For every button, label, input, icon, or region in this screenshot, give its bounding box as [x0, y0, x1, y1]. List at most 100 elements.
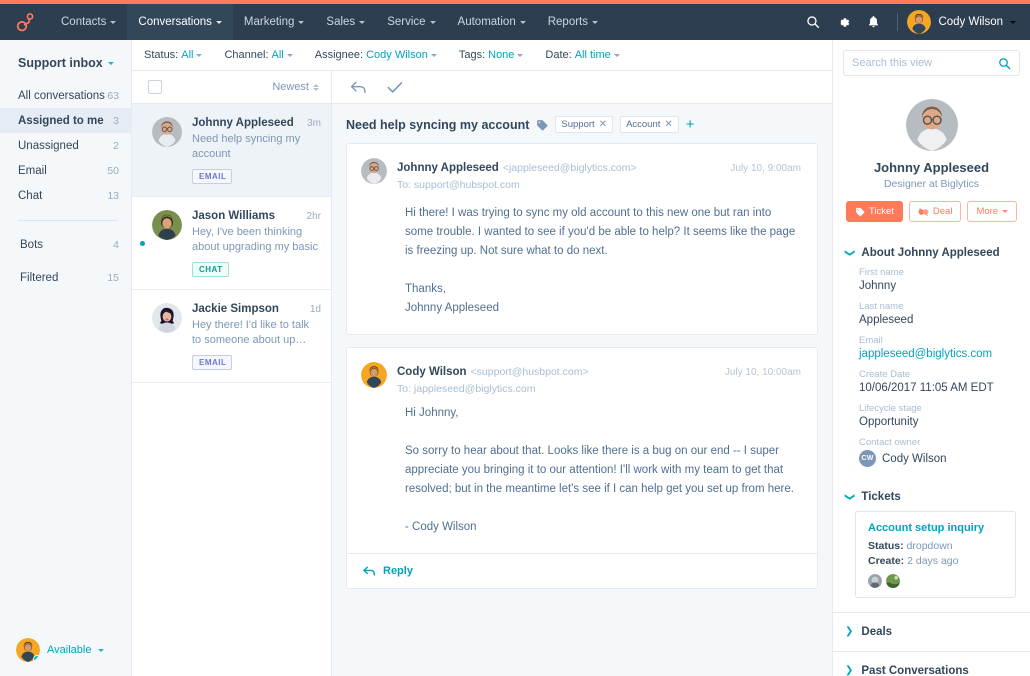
reply-button[interactable]: Reply [347, 553, 817, 588]
chevron-down-icon [1010, 21, 1016, 24]
property-value[interactable]: Johnny [859, 280, 1018, 292]
close-icon[interactable]: ✕ [599, 119, 607, 130]
message-card: Johnny Appleseed<jappleseed@biglytics.co… [346, 143, 818, 335]
property-email: Email jappleseed@biglytics.com [859, 335, 1018, 360]
chevron-down-icon [614, 54, 620, 57]
message-inner: Johnny Appleseed<jappleseed@biglytics.co… [347, 144, 817, 334]
tag-account[interactable]: Account ✕ [620, 116, 679, 133]
gear-icon[interactable] [828, 4, 858, 40]
search-icon[interactable] [998, 57, 1011, 70]
chevron-down-icon [517, 54, 523, 57]
ticket-title[interactable]: Account setup inquiry [868, 522, 1005, 534]
button-label: Deal [933, 206, 953, 217]
tickets-section-header[interactable]: ❯ Tickets [845, 491, 1018, 509]
inbox-view-list: All conversations 63 Assigned to me 3 Un… [0, 83, 131, 290]
nav-item-marketing[interactable]: Marketing [233, 4, 316, 40]
owner-value[interactable]: CW Cody Wilson [859, 450, 1018, 467]
sidebar-item-count: 2 [113, 140, 119, 152]
button-label: Ticket [869, 206, 894, 217]
section-title: Deals [861, 626, 892, 638]
sidebar-item-bots[interactable]: Bots 4 [0, 232, 131, 257]
sidebar-item-filtered[interactable]: Filtered 15 [0, 265, 131, 290]
sidebar-item-count: 15 [107, 272, 119, 284]
thread-subject-row: Need help syncing my account Support ✕ [332, 104, 832, 143]
filter-value: None [488, 49, 514, 61]
property-value[interactable]: Appleseed [859, 314, 1018, 326]
sidebar-item-label: Chat [18, 190, 42, 202]
filter-value: All [272, 49, 284, 61]
chevron-down-icon [431, 54, 437, 57]
message-sender-line: Johnny Appleseed<jappleseed@biglytics.co… [397, 158, 801, 176]
tag-icon [536, 119, 548, 131]
add-tag-icon[interactable]: + [686, 117, 695, 132]
list-item[interactable]: Johnny Appleseed 3m Need help syncing my… [132, 104, 331, 197]
search-icon[interactable] [798, 4, 828, 40]
property-value[interactable]: 10/06/2017 11:05 AM EDT [859, 382, 1018, 394]
select-all-checkbox[interactable] [148, 80, 162, 94]
nav-item-service[interactable]: Service [376, 4, 446, 40]
list-item-preview: Hey, I've been thinking about upgrading … [192, 225, 321, 255]
bell-icon[interactable] [858, 4, 888, 40]
nav-item-sales[interactable]: Sales [315, 4, 376, 40]
filter-label: Tags: [459, 49, 485, 61]
list-item[interactable]: Jason Williams 2hr Hey, I've been thinki… [132, 197, 331, 290]
nav-item-conversations[interactable]: Conversations [127, 4, 233, 40]
chevron-down-icon [216, 21, 222, 24]
tag-support[interactable]: Support ✕ [555, 116, 613, 133]
sidebar-item-count: 63 [107, 90, 119, 102]
property-value[interactable]: Opportunity [859, 416, 1018, 428]
sidebar-item-all-conversations[interactable]: All conversations 63 [0, 83, 131, 108]
nav-item-reports[interactable]: Reports [537, 4, 609, 40]
create-deal-button[interactable]: Deal [909, 201, 962, 222]
deal-icon [918, 207, 929, 217]
list-item-body: Jackie Simpson 1d Hey there! I'd like to… [192, 303, 321, 370]
more-actions-button[interactable]: More [967, 201, 1017, 222]
sidebar-item-assigned-to-me[interactable]: Assigned to me 3 [0, 108, 131, 133]
avatar [868, 574, 882, 588]
reply-arrow-icon[interactable] [350, 81, 367, 94]
ticket-card[interactable]: Account setup inquiry Status: dropdown C… [855, 511, 1016, 598]
user-menu[interactable]: Cody Wilson [907, 10, 1018, 34]
message-card: Cody Wilson<support@husbpot.com> July 10… [346, 347, 818, 589]
ticket-create-label: Create: [868, 555, 904, 567]
filter-assignee[interactable]: Assignee: Cody Wilson [315, 49, 437, 61]
filter-status[interactable]: Status: All [144, 49, 202, 61]
thread-messages: Johnny Appleseed<jappleseed@biglytics.co… [332, 143, 832, 676]
filter-tags[interactable]: Tags: None [459, 49, 524, 61]
sidebar-item-unassigned[interactable]: Unassigned 2 [0, 133, 131, 158]
avatar [16, 638, 40, 662]
filter-label: Date: [545, 49, 571, 61]
filter-date[interactable]: Date: All time [545, 49, 619, 61]
nav-item-contacts[interactable]: Contacts [50, 4, 127, 40]
message-inner: Cody Wilson<support@husbpot.com> July 10… [347, 348, 817, 553]
close-icon[interactable]: ✕ [664, 119, 672, 130]
hubspot-logo[interactable] [0, 11, 50, 33]
availability-status[interactable]: Available [0, 624, 132, 676]
message-recipient: To: support@hubspot.com [397, 179, 801, 191]
sidebar-item-email[interactable]: Email 50 [0, 158, 131, 183]
message-body: Hi there! I was trying to sync my old ac… [405, 204, 801, 318]
list-item[interactable]: Jackie Simpson 1d Hey there! I'd like to… [132, 290, 331, 383]
about-section-header[interactable]: ❯ About Johnny Appleseed [845, 247, 1018, 265]
sort-label: Newest [272, 81, 309, 93]
property-label: First name [859, 267, 1018, 278]
search-box[interactable] [843, 50, 1020, 76]
sidebar-item-chat[interactable]: Chat 13 [0, 183, 131, 208]
create-ticket-button[interactable]: Ticket [846, 201, 903, 222]
caret-down-icon [1002, 210, 1008, 213]
search-input[interactable] [852, 57, 992, 69]
chevron-right-icon: ❯ [845, 666, 853, 676]
past-conversations-section-header[interactable]: ❯ Past Conversations [833, 651, 1030, 676]
nav-item-automation[interactable]: Automation [447, 4, 537, 40]
reply-arrow-icon [363, 566, 376, 577]
message-header: Johnny Appleseed<jappleseed@biglytics.co… [361, 158, 801, 191]
property-value[interactable]: jappleseed@biglytics.com [859, 348, 1018, 360]
channel-badge: EMAIL [192, 169, 232, 184]
filter-channel[interactable]: Channel: All [224, 49, 292, 61]
inbox-selector[interactable]: Support inbox [0, 40, 131, 83]
mark-done-check-icon[interactable] [387, 81, 403, 94]
deals-section-header[interactable]: ❯ Deals [833, 612, 1030, 651]
list-item-preview: Need help syncing my account [192, 132, 321, 162]
left-sidebar: Support inbox All conversations 63 Assig… [0, 40, 132, 676]
sort-control[interactable]: Newest [272, 81, 319, 93]
